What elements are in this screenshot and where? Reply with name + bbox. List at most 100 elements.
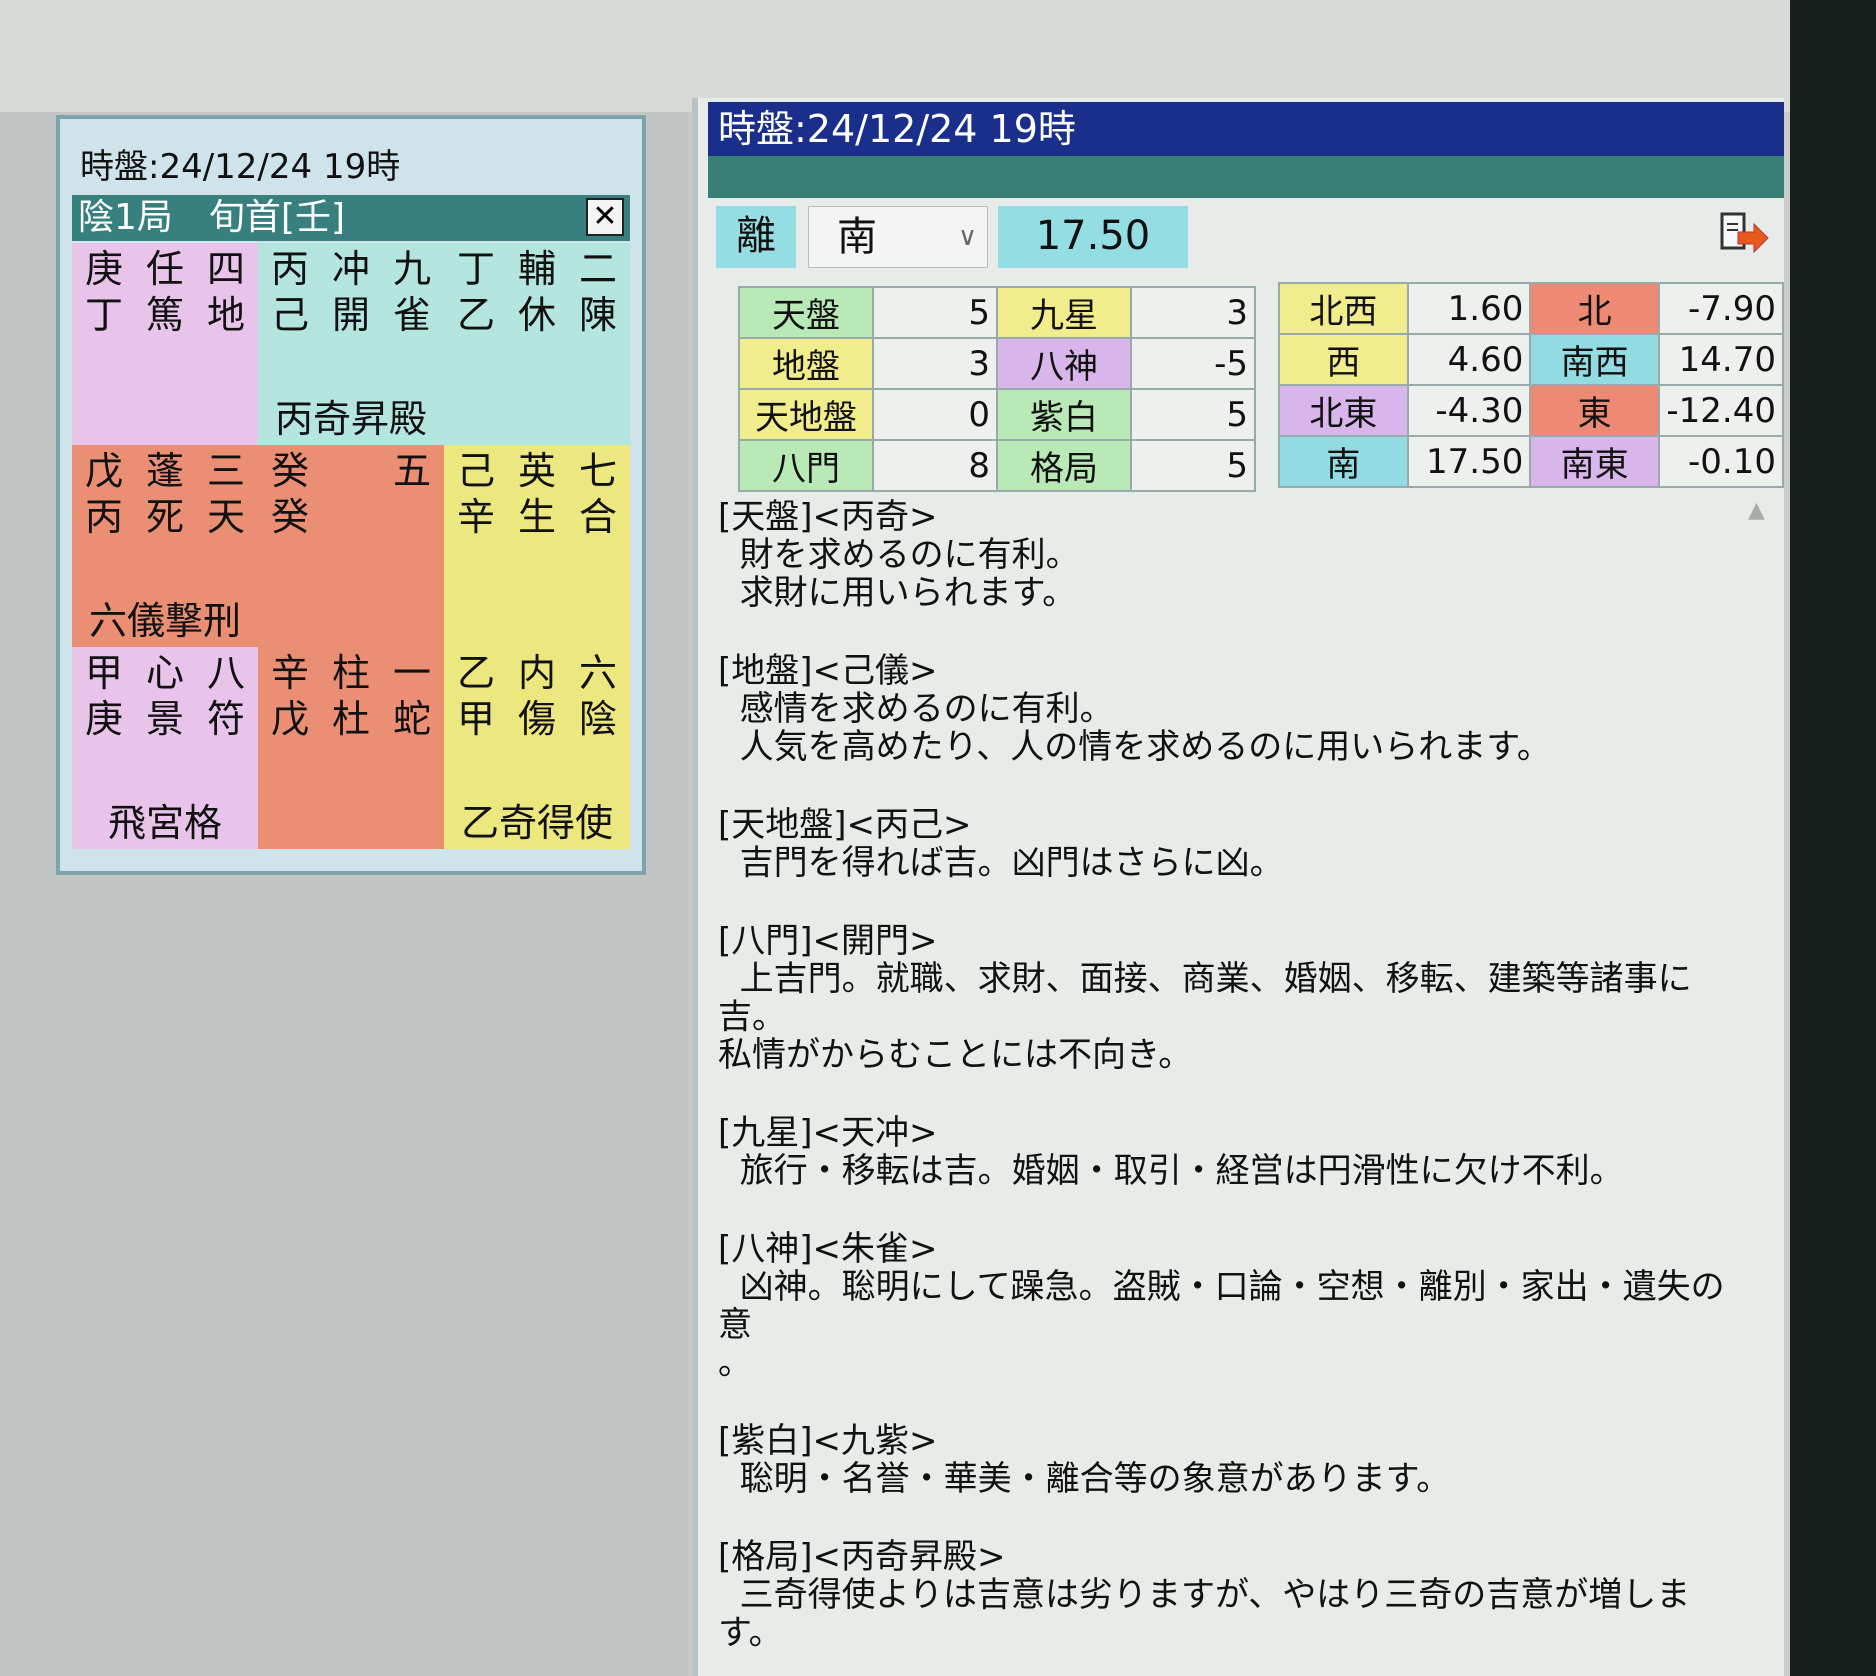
table-value-cell: 4.60 bbox=[1406, 333, 1532, 386]
description-pane: [天盤]<丙奇> 財を求めるのに有利。 求財に用いられます。 [地盤]<己儀> 感… bbox=[718, 498, 1738, 1668]
palace-cell: 乙内六甲傷陰乙奇得使 bbox=[444, 647, 630, 849]
table-value-cell: 5 bbox=[1130, 439, 1256, 492]
description-entry: [天盤]<丙奇> 財を求めるのに有利。 求財に用いられます。 bbox=[718, 498, 1080, 613]
palace-pattern-label: 乙奇得使 bbox=[460, 801, 613, 845]
palace-cell: 癸五癸 bbox=[258, 445, 444, 647]
palace-symbol: 輔 bbox=[517, 247, 556, 291]
palace-symbol: 丙 bbox=[84, 495, 123, 539]
palace-cell: 己英七辛生合 bbox=[444, 445, 630, 647]
palace-symbol: 己 bbox=[456, 449, 495, 493]
table-value-cell: 17.50 bbox=[1406, 435, 1532, 488]
table-label-cell: 東 bbox=[1529, 384, 1660, 437]
table-row: 天地盤 0 紫白 5 bbox=[738, 388, 1256, 441]
palace-symbol: 乙 bbox=[456, 651, 495, 695]
table-label-cell: 天盤 bbox=[738, 286, 874, 339]
direction-select-value: 南 bbox=[837, 214, 877, 260]
palace-pattern-label: 六儀撃刑 bbox=[88, 599, 241, 643]
table-label-cell: 北西 bbox=[1278, 282, 1409, 335]
palace-symbol: 戊 bbox=[270, 697, 309, 741]
palace-symbol: 内 bbox=[517, 651, 556, 695]
table-label-cell: 八門 bbox=[738, 439, 874, 492]
palace-symbol: 甲 bbox=[456, 697, 495, 741]
palace-symbol: 冲 bbox=[331, 247, 370, 291]
palace-row: 丁輔二 bbox=[444, 247, 630, 291]
table-value-cell: -0.10 bbox=[1658, 435, 1784, 488]
palace-symbol: 甲 bbox=[84, 651, 123, 695]
palace-pattern-label: 飛宮格 bbox=[107, 801, 222, 845]
table-row: 西 4.60 南西 14.70 bbox=[1278, 333, 1784, 386]
chart-window[interactable]: 時盤:24/12/24 19時 陰1局 旬首[壬] ✕ 庚任四丁篤地丙冲九己開雀… bbox=[56, 115, 646, 875]
palace-symbol: 生 bbox=[517, 495, 556, 539]
chart-header-bar: 陰1局 旬首[壬] ✕ bbox=[72, 195, 630, 241]
nine-palace-grid: 庚任四丁篤地丙冲九己開雀丙奇昇殿丁輔二乙休陳戊蓬三丙死天六儀撃刑癸五癸己英七辛生… bbox=[72, 243, 630, 849]
detail-window-toolbar-strip bbox=[708, 156, 1784, 198]
table-value-cell: 5 bbox=[1130, 388, 1256, 441]
scroll-up-icon[interactable]: ▲ bbox=[1748, 498, 1765, 523]
palace-symbol: 戊 bbox=[84, 449, 123, 493]
palace-symbol: 五 bbox=[392, 449, 431, 493]
chevron-down-icon[interactable]: ∨ bbox=[958, 207, 977, 267]
table-value-cell: 3 bbox=[1130, 286, 1256, 339]
palace-symbol: 景 bbox=[145, 697, 184, 741]
table-row: 八門 8 格局 5 bbox=[738, 439, 1256, 492]
description-entry: [九星]<天冲> 旅行・移転は吉。婚姻・取引・経営は円滑性に欠け不利。 bbox=[718, 1113, 1624, 1191]
table-row: 南 17.50 南東 -0.10 bbox=[1278, 435, 1784, 488]
palace-symbol: 篤 bbox=[145, 293, 184, 337]
palace-symbol: 合 bbox=[578, 495, 617, 539]
palace-cell: 庚任四丁篤地 bbox=[72, 243, 258, 445]
table-label-cell: 九星 bbox=[996, 286, 1132, 339]
table-label-cell: 地盤 bbox=[738, 337, 874, 390]
exit-icon[interactable] bbox=[1718, 210, 1770, 260]
palace-row: 丁篤地 bbox=[72, 293, 258, 337]
screen-bezel bbox=[1790, 0, 1876, 1676]
table-label-cell: 紫白 bbox=[996, 388, 1132, 441]
palace-row: 丙死天 bbox=[72, 495, 258, 539]
close-icon[interactable]: ✕ bbox=[586, 198, 624, 236]
palace-symbol: 八 bbox=[206, 651, 245, 695]
table-value-cell: 0 bbox=[872, 388, 998, 441]
palace-row: 癸五 bbox=[258, 449, 444, 493]
palace-symbol: 英 bbox=[517, 449, 556, 493]
palace-row: 己開雀 bbox=[258, 293, 444, 337]
description-entry: [地盤]<己儀> 感情を求めるのに有利。 人気を高めたり、人の情を求めるのに用い… bbox=[718, 651, 1551, 767]
palace-row: 乙休陳 bbox=[444, 293, 630, 337]
palace-row: 辛生合 bbox=[444, 495, 630, 539]
palace-symbol: 天 bbox=[206, 495, 245, 539]
palace-symbol: 傷 bbox=[517, 697, 556, 741]
palace-symbol: 二 bbox=[578, 247, 617, 291]
palace-symbol: 死 bbox=[145, 495, 184, 539]
table-value-cell: 5 bbox=[872, 286, 998, 339]
palace-symbol: 七 bbox=[578, 449, 617, 493]
palace-symbol: 任 bbox=[145, 247, 184, 291]
palace-symbol: 癸 bbox=[270, 449, 309, 493]
palace-symbol: 庚 bbox=[84, 247, 123, 291]
palace-symbol: 地 bbox=[206, 293, 245, 337]
palace-symbol: 陳 bbox=[578, 293, 617, 337]
direction-select[interactable]: 南 ∨ bbox=[808, 206, 988, 268]
table-label-cell: 格局 bbox=[996, 439, 1132, 492]
palace-row: 庚任四 bbox=[72, 247, 258, 291]
palace-symbol: 九 bbox=[392, 247, 431, 291]
table-value-cell: 8 bbox=[872, 439, 998, 492]
palace-symbol: 乙 bbox=[456, 293, 495, 337]
palace-row: 癸 bbox=[258, 495, 444, 539]
table-label-cell: 西 bbox=[1278, 333, 1409, 386]
palace-row: 甲心八 bbox=[72, 651, 258, 695]
palace-row: 甲傷陰 bbox=[444, 697, 630, 741]
table-label-cell: 北東 bbox=[1278, 384, 1409, 437]
table-value-cell: -7.90 bbox=[1658, 282, 1784, 335]
palace-symbol: 丙 bbox=[270, 247, 309, 291]
table-row: 北西 1.60 北 -7.90 bbox=[1278, 282, 1784, 335]
table-label-cell: 南 bbox=[1278, 435, 1409, 488]
palace-pattern-label: 丙奇昇殿 bbox=[274, 397, 427, 441]
direction-score: 17.50 bbox=[998, 206, 1188, 268]
detail-window[interactable]: 時盤:24/12/24 19時 離 南 ∨ 17.50 天盤 5 九星 3 地盤 3 八神 -… bbox=[692, 98, 1784, 1676]
table-label-cell: 北 bbox=[1529, 282, 1660, 335]
table-label-cell: 南西 bbox=[1529, 333, 1660, 386]
palace-cell: 戊蓬三丙死天六儀撃刑 bbox=[72, 445, 258, 647]
palace-symbol: 庚 bbox=[84, 697, 123, 741]
palace-cell: 辛柱一戊杜蛇 bbox=[258, 647, 444, 849]
palace-symbol: 癸 bbox=[270, 495, 309, 539]
palace-symbol: 丁 bbox=[456, 247, 495, 291]
palace-row: 戊杜蛇 bbox=[258, 697, 444, 741]
